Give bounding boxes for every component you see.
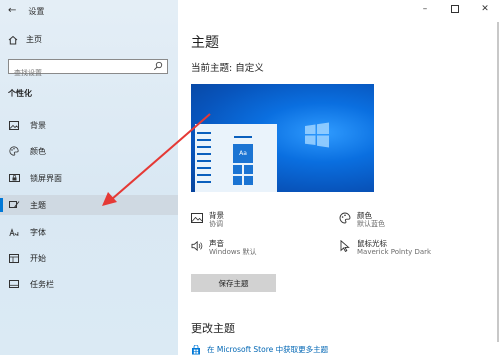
minimize-icon[interactable]: –	[410, 0, 440, 18]
sidebar-item-colors[interactable]: 颜色	[0, 141, 178, 161]
sidebar-item-taskbar[interactable]: 任务栏	[0, 274, 178, 294]
windows-logo-icon	[305, 122, 329, 148]
option-background[interactable]: 背景 协调	[191, 211, 224, 229]
preview-sample-tile: Aa	[233, 144, 253, 163]
mouse-cursor-icon	[340, 240, 350, 252]
option-mouse-cursor[interactable]: 鼠标光标 Maverick Polnty Dark	[339, 239, 431, 257]
palette-icon	[8, 146, 20, 156]
option-title: 声音	[209, 239, 224, 248]
theme-preview: Aa	[191, 84, 374, 192]
change-theme-heading: 更改主题	[191, 322, 235, 335]
search-icon[interactable]	[153, 61, 163, 71]
option-text: 声音 Windows 默认	[209, 239, 256, 257]
speaker-icon	[191, 240, 203, 252]
option-title: 颜色	[357, 211, 372, 220]
option-title: 鼠标光标	[357, 239, 387, 248]
preview-tile	[233, 176, 242, 185]
sidebar-item-themes[interactable]: 主题	[0, 195, 178, 215]
sidebar-item-label: 字体	[30, 227, 46, 237]
title-bar: ← 设置	[8, 4, 44, 18]
taskbar-icon	[8, 280, 20, 288]
preview-title-line	[234, 136, 252, 138]
sidebar-item-label: 背景	[30, 120, 46, 130]
search-input[interactable]	[9, 66, 154, 80]
option-subtitle: 协调	[209, 220, 223, 228]
store-bag-icon	[192, 344, 200, 354]
sidebar-item-label: 颜色	[30, 146, 46, 156]
background-image-icon	[191, 213, 203, 223]
color-palette-icon	[339, 212, 351, 224]
current-theme-label: 当前主题: 自定义	[191, 63, 264, 74]
scrollbar[interactable]	[497, 22, 499, 342]
sidebar-item-fonts[interactable]: 字体	[0, 222, 178, 242]
option-text: 背景 协调	[209, 211, 224, 229]
option-text: 鼠标光标 Maverick Polnty Dark	[357, 239, 431, 257]
maximize-icon[interactable]	[440, 0, 470, 18]
home-icon	[8, 35, 18, 44]
option-sound[interactable]: 声音 Windows 默认	[191, 239, 256, 257]
store-link[interactable]: 在 Microsoft Store 中获取更多主题	[191, 344, 328, 355]
sidebar-item-label: 任务栏	[30, 279, 54, 289]
preview-list-lines	[197, 132, 211, 188]
option-subtitle: Windows 默认	[209, 248, 257, 256]
sidebar-item-label: 主题	[30, 200, 46, 210]
theme-brush-icon	[8, 200, 20, 210]
save-theme-button[interactable]: 保存主题	[191, 274, 276, 292]
close-icon[interactable]: ✕	[470, 0, 500, 18]
option-color[interactable]: 颜色 默认蓝色	[339, 211, 385, 229]
search-box[interactable]	[8, 59, 168, 80]
sidebar-item-label: 开始	[30, 253, 46, 263]
settings-window: ← 设置 主页 个性化 背景 颜色	[0, 0, 500, 355]
window-controls: – ✕	[410, 0, 500, 18]
start-icon	[8, 253, 20, 263]
option-title: 背景	[209, 211, 224, 220]
preview-tile	[244, 176, 253, 185]
page-title: 主题	[191, 35, 219, 51]
sidebar: ← 设置 主页 个性化 背景 颜色	[0, 0, 178, 355]
back-arrow-icon[interactable]: ←	[8, 6, 16, 16]
option-subtitle: 默认蓝色	[357, 220, 385, 228]
option-subtitle: Maverick Polnty Dark	[357, 248, 432, 256]
image-icon	[8, 120, 20, 130]
sidebar-item-lock-screen[interactable]: 锁屏界面	[0, 168, 178, 188]
window-title: 设置	[28, 6, 45, 16]
store-link-text: 在 Microsoft Store 中获取更多主题	[207, 345, 329, 354]
sidebar-item-background[interactable]: 背景	[0, 115, 178, 135]
nav-home[interactable]: 主页	[8, 34, 42, 45]
font-icon	[8, 227, 20, 237]
lock-screen-icon	[8, 173, 20, 183]
preview-tile	[244, 165, 253, 174]
nav-home-label: 主页	[26, 35, 42, 44]
preview-tile	[233, 165, 242, 174]
sidebar-item-label: 锁屏界面	[30, 173, 62, 183]
section-personalization: 个性化	[8, 89, 32, 98]
sidebar-item-start[interactable]: 开始	[0, 248, 178, 268]
option-text: 颜色 默认蓝色	[357, 211, 385, 229]
